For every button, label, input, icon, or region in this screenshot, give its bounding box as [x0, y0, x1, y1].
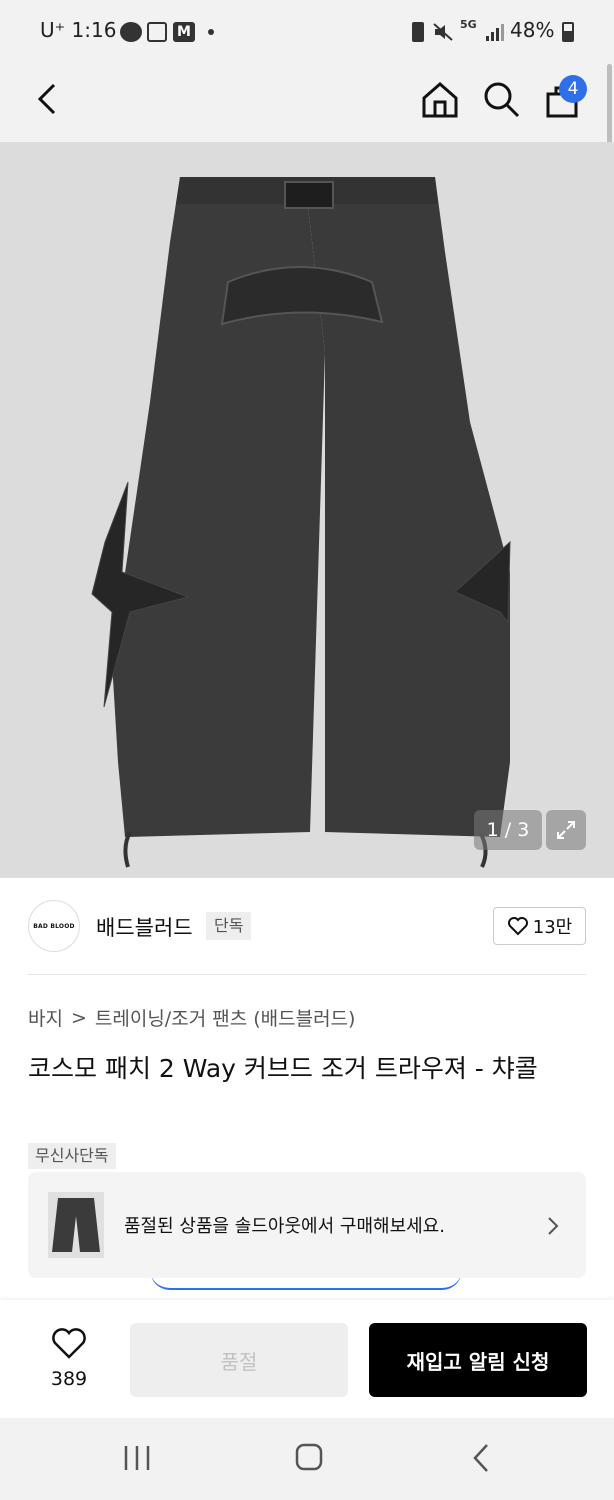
banner-text: 품절된 상품을 솔드아웃에서 구매해보세요.: [124, 1216, 445, 1237]
system-navigation-bar: [0, 1418, 614, 1500]
soldout-banner[interactable]: 품절된 상품을 솔드아웃에서 구매해보세요.: [28, 1172, 586, 1278]
heart-icon: [52, 1328, 86, 1359]
product-image: [91, 177, 511, 868]
recent-apps-icon[interactable]: [122, 1444, 152, 1472]
search-icon[interactable]: [482, 80, 522, 120]
like-button[interactable]: 389: [30, 1328, 108, 1392]
divider: [28, 974, 586, 975]
home-icon[interactable]: [420, 80, 460, 118]
brand-row: BAD BLOOD 배드블러드 단독 13만: [0, 878, 614, 974]
carrier-time: U⁺ 1:16: [40, 18, 117, 42]
more-dot-icon: [208, 29, 214, 35]
heart-icon: [507, 917, 528, 936]
battery-saver-icon: [412, 22, 424, 42]
chevron-right-icon: [548, 1217, 559, 1235]
product-title: 코스모 패치 2 Way 커브드 조거 트라우져 - 챠콜: [28, 1054, 538, 1083]
back-button-icon[interactable]: [470, 1442, 492, 1474]
m-app-icon: M: [173, 22, 195, 42]
talk-icon: [120, 22, 142, 42]
soldout-button[interactable]: 품절: [130, 1323, 348, 1397]
breadcrumb-subcategory[interactable]: 트레이닝/조거 팬츠 (배드블러드): [95, 1004, 356, 1031]
status-bar: U⁺ 1:16 M 5G 48%: [0, 0, 614, 64]
signal-icon: [486, 24, 504, 41]
banner-product-thumbnail: [48, 1192, 104, 1258]
brand-logo[interactable]: BAD BLOOD: [28, 900, 80, 952]
breadcrumb-category[interactable]: 바지: [28, 1004, 63, 1031]
chevron-right-icon: >: [70, 1006, 87, 1029]
battery-icon: [562, 22, 574, 42]
restock-alert-button[interactable]: 재입고 알림 신청: [369, 1323, 587, 1397]
image-counter: 1 / 3: [474, 810, 542, 850]
cart-count-badge: 4: [559, 75, 587, 103]
back-arrow-icon[interactable]: [34, 82, 62, 116]
expand-icon[interactable]: [546, 810, 586, 850]
product-image-gallery[interactable]: 1 / 3: [0, 142, 614, 878]
battery-percent: 48%: [510, 18, 555, 42]
top-navigation-bar: 4: [0, 64, 614, 164]
brand-name[interactable]: 배드블러드: [96, 912, 193, 942]
network-type: 5G: [460, 18, 477, 31]
brand-like-button[interactable]: 13만: [493, 907, 586, 945]
home-button-icon[interactable]: [294, 1442, 324, 1472]
gallery-icon: [147, 22, 167, 42]
bottom-action-bar: 389 품절 재입고 알림 신청: [0, 1300, 614, 1418]
exclusive-badge: 단독: [206, 912, 252, 940]
breadcrumb: 바지 > 트레이닝/조거 팬츠 (배드블러드): [28, 1004, 355, 1031]
mute-icon: [433, 23, 453, 41]
like-count: 389: [50, 1368, 88, 1390]
brand-like-count: 13만: [532, 917, 573, 938]
exclusive-tag: 무신사단독: [28, 1143, 116, 1169]
